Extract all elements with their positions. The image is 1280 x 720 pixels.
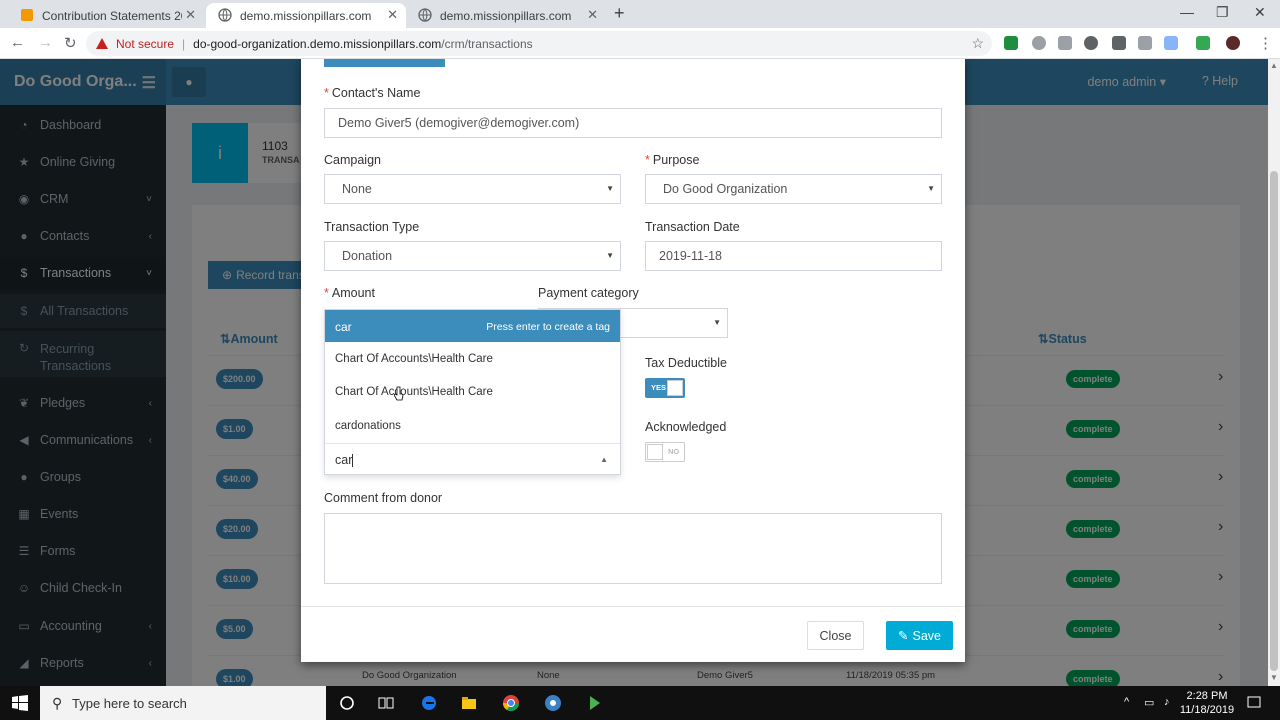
campaign-select[interactable]: None ▼ [324, 174, 621, 204]
extension-icon[interactable] [1112, 36, 1126, 50]
browser-tab-title: Contribution Statements 2019 - ( [42, 8, 182, 23]
taskbar-search[interactable]: ⚲ Type here to search [40, 686, 326, 720]
browser-menu-icon[interactable]: ⋮ [1258, 34, 1273, 52]
extension-icon[interactable] [1004, 36, 1018, 50]
task-view-icon[interactable] [377, 694, 395, 712]
caret-down-icon: ▼ [606, 184, 614, 193]
scrollbar-thumb[interactable] [1270, 171, 1278, 671]
comment-label: Comment from donor [324, 491, 443, 505]
app-icon[interactable] [586, 694, 604, 712]
profile-avatar[interactable] [1226, 36, 1240, 50]
extension-icon[interactable] [1196, 36, 1210, 50]
app: Do Good Orga... ☰ ◔Dashboard ★Online Giv… [0, 59, 1268, 686]
search-icon: ⚲ [52, 695, 63, 711]
record-transaction-modal: * Contact's Name Demo Giver5 (demogiver@d… [301, 59, 965, 662]
close-button[interactable]: Close [807, 621, 864, 650]
purpose-select[interactable]: Do Good Organization ▼ [645, 174, 942, 204]
scroll-up-icon[interactable]: ▲ [1270, 61, 1278, 70]
orange-favicon-icon [21, 9, 33, 21]
new-tab-icon[interactable]: + [614, 3, 625, 24]
warning-icon [96, 38, 108, 49]
contact-label: * Contact's Name [324, 86, 421, 100]
purpose-label: * Purpose [645, 153, 700, 167]
browser-tab-3[interactable]: demo.missionpillars.com ✕ [406, 3, 606, 28]
back-icon[interactable]: ← [10, 34, 25, 51]
dropdown-search-input[interactable]: car ▲ [325, 443, 620, 475]
tray-expand-icon[interactable]: ^ [1124, 696, 1129, 708]
battery-icon[interactable]: ▭ [1144, 696, 1154, 709]
mouse-cursor-icon [394, 386, 404, 401]
acknowledged-label: Acknowledged [645, 420, 727, 434]
dropdown-option[interactable]: Chart Of Accounts\Health Care [335, 386, 493, 398]
transaction-date-label: Transaction Date [645, 220, 740, 234]
app-icon[interactable] [544, 694, 562, 712]
campaign-label: Campaign [324, 153, 381, 167]
taskbar-clock[interactable]: 2:28 PM 11/18/2019 [1176, 689, 1238, 717]
comment-textarea[interactable] [324, 513, 942, 584]
modal-tab[interactable] [324, 59, 445, 67]
close-tab-icon[interactable]: ✕ [587, 7, 598, 23]
extension-icon[interactable] [1084, 36, 1098, 50]
notification-icon[interactable] [1246, 695, 1262, 711]
file-explorer-icon[interactable] [460, 694, 478, 712]
maximize-icon[interactable]: ❐ [1216, 4, 1229, 21]
url-path: /crm/transactions [441, 36, 533, 51]
browser-tab-2[interactable]: demo.missionpillars.com ✕ [206, 3, 406, 28]
caret-up-icon: ▲ [600, 455, 608, 464]
chrome-icon[interactable] [502, 694, 520, 712]
tax-deductible-toggle[interactable]: YES [645, 378, 685, 398]
create-tag-option[interactable]: car Press enter to create a tag [325, 310, 620, 342]
globe-icon [418, 8, 432, 22]
extension-icon[interactable] [1164, 36, 1178, 50]
browser-tab-bar: Contribution Statements 2019 - ( ✕ demo.… [0, 0, 1280, 28]
contact-field[interactable]: Demo Giver5 (demogiver@demogiver.com) [324, 108, 942, 138]
security-label: Not secure [116, 36, 175, 51]
windows-start-icon[interactable] [12, 695, 28, 711]
close-tab-icon[interactable]: ✕ [387, 7, 398, 23]
caret-down-icon: ▼ [927, 184, 935, 193]
edit-icon: ✎ [898, 629, 909, 643]
tax-deductible-label: Tax Deductible [645, 356, 727, 370]
close-window-icon[interactable]: ✕ [1254, 4, 1266, 21]
minimize-icon[interactable]: — [1180, 4, 1194, 20]
create-tag-hint: Press enter to create a tag [486, 321, 610, 333]
transaction-date-input[interactable]: 2019-11-18 [645, 241, 942, 271]
dropdown-option[interactable]: cardonations [335, 420, 401, 432]
caret-down-icon: ▼ [606, 251, 614, 260]
payment-category-label: Payment category [538, 286, 639, 300]
dropdown-option[interactable]: Chart Of Accounts\Health Care [335, 353, 493, 365]
extension-icon[interactable] [1138, 36, 1152, 50]
browser-tab-1[interactable]: Contribution Statements 2019 - ( ✕ [8, 3, 204, 28]
windows-taskbar: ⚲ Type here to search ^ ▭ ♪ 2:28 PM 11/1… [0, 686, 1280, 720]
globe-icon [218, 8, 232, 22]
browser-tab-title: demo.missionpillars.com [440, 8, 572, 23]
acknowledged-toggle[interactable]: NO [645, 442, 685, 462]
url-omnibox[interactable]: Not secure | do-good-organization.demo.m… [86, 31, 992, 56]
save-button[interactable]: ✎ Save [886, 621, 953, 650]
url-host: do-good-organization.demo.missionpillars… [193, 36, 442, 51]
amount-label: * Amount [324, 286, 375, 300]
forward-icon[interactable]: → [38, 34, 53, 51]
cortana-icon[interactable] [338, 694, 356, 712]
page-scrollbar[interactable]: ▲ ▼ [1268, 59, 1280, 686]
address-bar: ← → ↻ Not secure | do-good-organization.… [0, 28, 1280, 59]
transaction-type-label: Transaction Type [324, 220, 420, 234]
account-tag-dropdown: car Press enter to create a tag Chart Of… [324, 309, 621, 475]
transaction-type-select[interactable]: Donation ▼ [324, 241, 621, 271]
extension-icon[interactable] [1058, 36, 1072, 50]
volume-icon[interactable]: ♪ [1164, 696, 1170, 708]
bookmark-star-icon[interactable]: ☆ [971, 35, 984, 52]
extension-icon[interactable] [1032, 36, 1046, 50]
scroll-down-icon[interactable]: ▼ [1270, 673, 1278, 682]
caret-down-icon: ▼ [713, 318, 721, 327]
edge-icon[interactable] [420, 694, 438, 712]
reload-icon[interactable]: ↻ [64, 34, 77, 52]
close-tab-icon[interactable]: ✕ [185, 7, 196, 23]
browser-tab-title: demo.missionpillars.com [240, 8, 372, 23]
